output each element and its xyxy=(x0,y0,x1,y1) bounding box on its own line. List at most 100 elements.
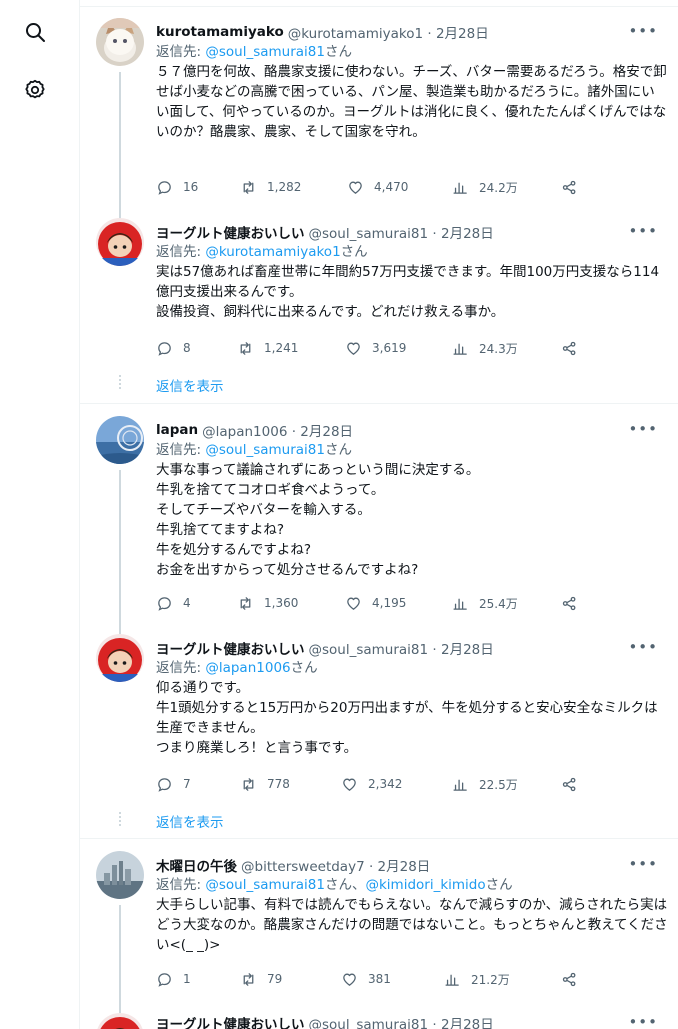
handle-date[interactable]: @bittersweetday7 · 2月28日 xyxy=(241,855,430,875)
like-count: 2,342 xyxy=(368,777,403,791)
reply-to-link[interactable]: @soul_samurai81 xyxy=(205,44,325,60)
reply-count: 16 xyxy=(183,180,199,194)
reply-prefix: 返信先: xyxy=(156,44,206,60)
more-options-icon[interactable]: ••• xyxy=(628,855,658,873)
reply-button[interactable]: 8 xyxy=(156,338,191,358)
handle-date[interactable]: @soul_samurai81 · 2月28日 xyxy=(309,638,494,658)
avatar[interactable] xyxy=(96,851,144,899)
view-count: 21.2万 xyxy=(471,972,510,987)
views-icon xyxy=(453,343,467,355)
avatar[interactable] xyxy=(96,18,144,66)
reply-to-link[interactable]: @lapan1006 xyxy=(205,660,290,676)
reply-count: 1 xyxy=(183,972,191,986)
reply-suffix: さん xyxy=(485,877,513,893)
retweet-count: 778 xyxy=(267,777,290,791)
handle-date[interactable]: @soul_samurai81 · 2月28日 xyxy=(309,1013,494,1029)
share-button[interactable] xyxy=(561,774,588,794)
retweet-button[interactable]: 1,360 xyxy=(237,593,298,613)
more-options-icon[interactable]: ••• xyxy=(628,638,658,656)
retweet-count: 79 xyxy=(267,972,283,986)
divider xyxy=(80,6,678,7)
timeline: kurotamamiyako @kurotamamiyako1 · 2月28日 … xyxy=(80,0,678,1029)
more-options-icon[interactable]: ••• xyxy=(628,222,658,240)
reply-suffix: さん xyxy=(290,660,318,676)
settings-button[interactable] xyxy=(18,73,52,107)
tweet-text: ５７億円を何故、酪農家支援に使わない。チーズ、バター需要あるだろう。格安で卸せば… xyxy=(156,64,667,140)
handle-date[interactable]: @lapan1006 · 2月28日 xyxy=(202,420,353,440)
retweet-icon xyxy=(243,180,254,194)
search-button[interactable] xyxy=(18,15,52,49)
handle-date[interactable]: @kurotamamiyako1 · 2月28日 xyxy=(288,22,489,42)
share-icon xyxy=(562,596,576,610)
reply-button[interactable]: 1 xyxy=(156,969,191,989)
avatar[interactable] xyxy=(96,416,144,464)
reply-to-link[interactable]: @kurotamamiyako1 xyxy=(205,244,340,260)
share-button[interactable] xyxy=(561,177,588,197)
display-name[interactable]: lapan xyxy=(156,422,198,438)
reply-button[interactable]: 7 xyxy=(156,774,191,794)
view-count: 24.3万 xyxy=(479,341,518,356)
show-replies-link[interactable]: 返信を表示 xyxy=(156,811,224,831)
display-name[interactable]: kurotamamiyako xyxy=(156,24,284,40)
show-replies-link[interactable]: 返信を表示 xyxy=(156,375,224,395)
views-button[interactable]: 24.3万 xyxy=(452,338,518,358)
views-button[interactable]: 24.2万 xyxy=(452,177,518,197)
reply-button[interactable]: 16 xyxy=(156,177,198,197)
share-button[interactable] xyxy=(561,338,588,358)
reply-to-link[interactable]: @soul_samurai81 xyxy=(205,877,325,893)
tweet-header: lapan @lapan1006 · 2月28日 xyxy=(156,420,668,440)
display-name[interactable]: ヨーグルト健康おいしい xyxy=(156,222,305,242)
like-button[interactable]: 4,195 xyxy=(345,593,406,613)
retweet-button[interactable]: 79 xyxy=(240,969,282,989)
reply-joiner: 、 xyxy=(351,877,366,893)
reply-icon xyxy=(158,180,171,195)
more-options-icon[interactable]: ••• xyxy=(628,22,658,40)
avatar[interactable] xyxy=(96,634,144,682)
retweet-count: 1,241 xyxy=(264,341,299,355)
reply-suffix: さん xyxy=(324,442,352,458)
reply-button[interactable]: 4 xyxy=(156,593,191,613)
views-icon xyxy=(453,779,467,791)
like-count: 3,619 xyxy=(372,341,407,355)
reply-count: 4 xyxy=(183,596,191,610)
reply-suffix: さん xyxy=(340,244,368,260)
like-button[interactable]: 4,470 xyxy=(347,177,408,197)
display-name[interactable]: ヨーグルト健康おいしい xyxy=(156,1013,305,1029)
views-icon xyxy=(453,598,467,610)
reply-to-link[interactable]: @soul_samurai81 xyxy=(205,442,325,458)
avatar[interactable] xyxy=(96,1013,144,1029)
handle-date[interactable]: @soul_samurai81 · 2月28日 xyxy=(309,222,494,242)
views-button[interactable]: 21.2万 xyxy=(444,969,510,989)
reply-to-link[interactable]: @kimidori_kimido xyxy=(365,877,485,893)
views-button[interactable]: 25.4万 xyxy=(452,593,518,613)
retweet-icon xyxy=(240,596,251,610)
like-button[interactable]: 3,619 xyxy=(345,338,406,358)
share-icon xyxy=(562,777,576,791)
retweet-icon xyxy=(240,341,251,355)
share-button[interactable] xyxy=(561,593,588,613)
reply-icon xyxy=(158,972,171,987)
heart-icon xyxy=(349,181,362,194)
tweet-header: kurotamamiyako @kurotamamiyako1 · 2月28日 xyxy=(156,22,668,42)
retweet-button[interactable]: 778 xyxy=(240,774,290,794)
display-name[interactable]: ヨーグルト健康おいしい xyxy=(156,638,305,658)
reply-icon xyxy=(158,341,171,356)
display-name[interactable]: 木曜日の午後 xyxy=(156,855,237,875)
more-options-icon[interactable]: ••• xyxy=(628,1013,658,1029)
share-button[interactable] xyxy=(561,969,588,989)
retweet-button[interactable]: 1,241 xyxy=(237,338,298,358)
heart-icon xyxy=(343,973,356,986)
view-count: 22.5万 xyxy=(479,777,518,792)
like-button[interactable]: 2,342 xyxy=(341,774,402,794)
reply-prefix: 返信先: xyxy=(156,244,206,260)
views-button[interactable]: 22.5万 xyxy=(452,774,518,794)
avatar[interactable] xyxy=(96,218,144,266)
like-count: 381 xyxy=(368,972,391,986)
heart-icon xyxy=(347,342,360,355)
left-rail xyxy=(0,0,80,1029)
tweet-header: 木曜日の午後 @bittersweetday7 · 2月28日 xyxy=(156,855,668,875)
like-button[interactable]: 381 xyxy=(341,969,391,989)
tweet-text: 大手らしい記事、有料では読んでもらえない。なんで減らすのか、減らされたら実はどう… xyxy=(156,897,668,953)
more-options-icon[interactable]: ••• xyxy=(628,420,658,438)
retweet-button[interactable]: 1,282 xyxy=(240,177,301,197)
